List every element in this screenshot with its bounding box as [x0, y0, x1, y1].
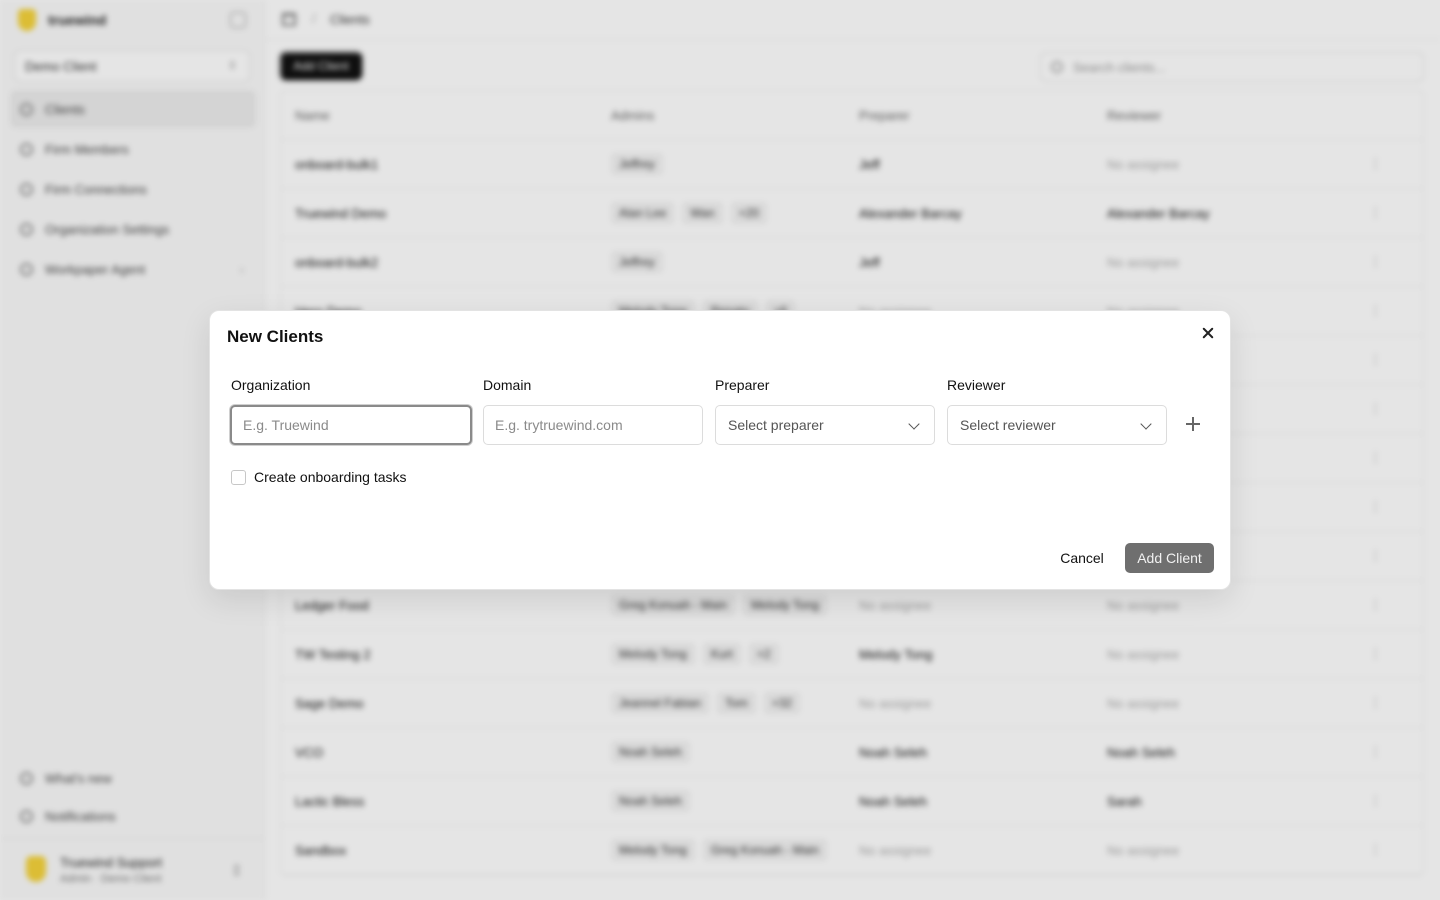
- new-clients-dialog: New Clients Organization Domain Preparer…: [209, 310, 1231, 590]
- onboarding-tasks-checkbox[interactable]: [231, 470, 246, 485]
- preparer-label: Preparer: [715, 377, 770, 393]
- domain-label: Domain: [483, 377, 532, 393]
- preparer-select-value: Select preparer: [728, 417, 824, 433]
- onboarding-tasks-label[interactable]: Create onboarding tasks: [254, 469, 407, 485]
- add-row-plus-icon[interactable]: [1186, 417, 1200, 431]
- chevron-down-icon: [1140, 418, 1152, 430]
- domain-field[interactable]: [483, 405, 703, 445]
- reviewer-label: Reviewer: [947, 377, 1006, 393]
- reviewer-select-value: Select reviewer: [960, 417, 1056, 433]
- reviewer-select[interactable]: Select reviewer: [947, 405, 1167, 445]
- chevron-down-icon: [908, 418, 920, 430]
- add-client-submit-button[interactable]: Add Client: [1125, 543, 1214, 573]
- dialog-title: New Clients: [227, 327, 324, 346]
- cancel-button[interactable]: Cancel: [1050, 543, 1114, 573]
- preparer-select[interactable]: Select preparer: [715, 405, 935, 445]
- organization-field[interactable]: [230, 405, 472, 445]
- organization-label: Organization: [231, 377, 311, 393]
- close-icon[interactable]: [1200, 325, 1216, 341]
